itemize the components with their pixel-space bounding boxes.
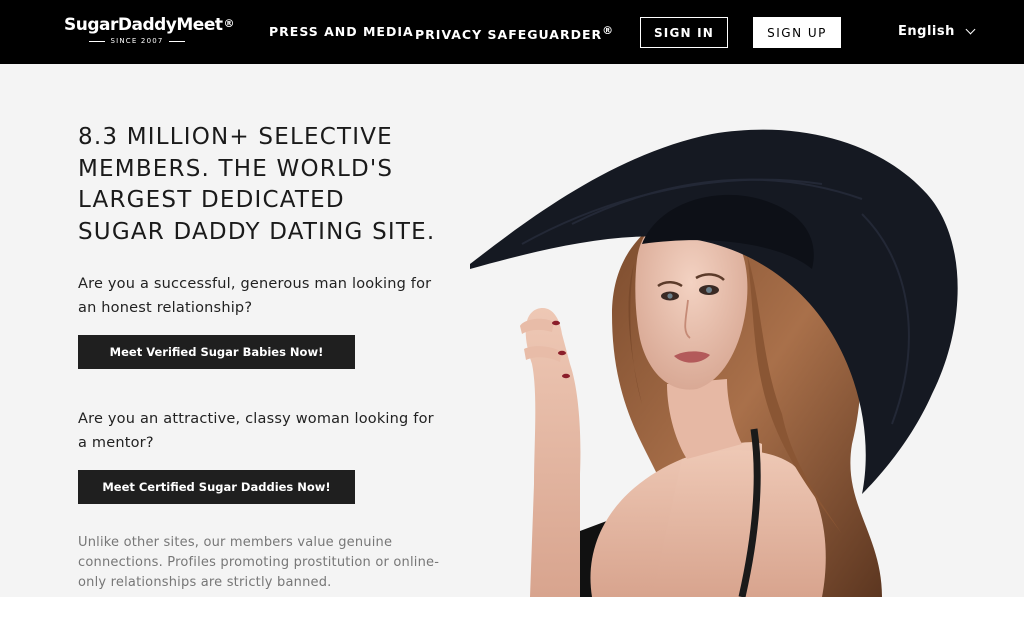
hero-headline: 8.3 MILLION+ SELECTIVE MEMBERS. THE WORL…	[78, 124, 436, 245]
nav-link-press-and-media[interactable]: PRESS AND MEDIA	[269, 24, 414, 39]
hero-photo-woman-in-black-hat	[470, 129, 958, 597]
brand-logo[interactable]: SugarDaddyMeet® SINCE 2007	[64, 14, 234, 52]
question-women: Are you an attractive, classy woman look…	[78, 411, 434, 451]
brand-logo-wordmark: SugarDaddyMeet®	[64, 15, 234, 35]
divider	[168, 40, 185, 42]
sign-in-button[interactable]: SIGN IN	[640, 17, 728, 48]
question-men: Are you a successful, generous man looki…	[78, 276, 432, 316]
nav-link-privacy-safeguarder[interactable]: PRIVACY SAFEGUARDER®	[415, 24, 614, 42]
brand-logo-since: SINCE 2007	[46, 37, 228, 45]
language-selector[interactable]: English	[898, 24, 976, 39]
page-footer-strip	[0, 597, 1024, 640]
chevron-down-icon	[965, 24, 976, 35]
hero-section: 8.3 MILLION+ SELECTIVE MEMBERS. THE WORL…	[0, 64, 1024, 597]
meet-sugar-babies-button[interactable]: Meet Verified Sugar Babies Now!	[78, 335, 355, 369]
top-navbar: SugarDaddyMeet® SINCE 2007 PRESS AND MED…	[0, 0, 1024, 64]
sign-up-button[interactable]: SIGN UP	[753, 17, 841, 48]
language-label: English	[898, 24, 955, 39]
meet-sugar-daddies-button[interactable]: Meet Certified Sugar Daddies Now!	[78, 470, 355, 504]
divider	[89, 40, 106, 42]
membership-policy-note: Unlike other sites, our members value ge…	[78, 535, 440, 590]
